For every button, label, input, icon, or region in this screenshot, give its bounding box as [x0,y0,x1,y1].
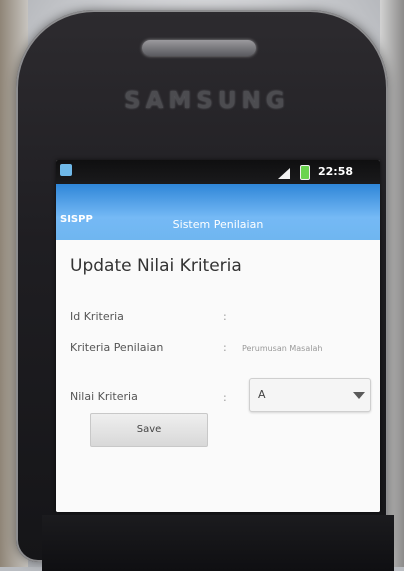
nilai-kriteria-select[interactable]: A [249,378,371,412]
signal-icon [278,168,290,179]
app-icon [60,164,72,176]
app-title: Sistem Penilaian [172,218,264,231]
phone-speaker [142,40,256,56]
field-colon-kriteria-penilaian: : [223,341,227,354]
phone-brand: SAMSUNG [124,88,290,114]
save-button[interactable]: Save [90,413,208,447]
field-value-kriteria-penilaian: Perumusan Masalah [242,344,323,353]
page-heading: Update Nilai Kriteria [70,256,242,276]
status-time: 22:58 [318,165,354,178]
phone-device: SAMSUNG 22:58 SISPP Sistem Penilaian Upd… [16,10,394,571]
field-colon-id-kriteria: : [223,310,227,323]
field-label-kriteria-penilaian: Kriteria Penilaian [70,341,164,354]
field-label-nilai-kriteria: Nilai Kriteria [70,390,138,403]
battery-icon [300,165,310,180]
field-colon-nilai-kriteria: : [223,391,227,404]
app-title-bar: SISPP Sistem Penilaian [56,184,380,240]
nilai-kriteria-value: A [258,388,266,401]
phone-lower-body [42,515,394,571]
dropdown-arrow-icon [353,392,365,399]
form-content: Update Nilai Kriteria Id Kriteria : Krit… [56,240,380,512]
field-label-id-kriteria: Id Kriteria [70,310,124,323]
status-bar: 22:58 [56,160,380,184]
phone-screen: 22:58 SISPP Sistem Penilaian Update Nila… [56,160,380,512]
